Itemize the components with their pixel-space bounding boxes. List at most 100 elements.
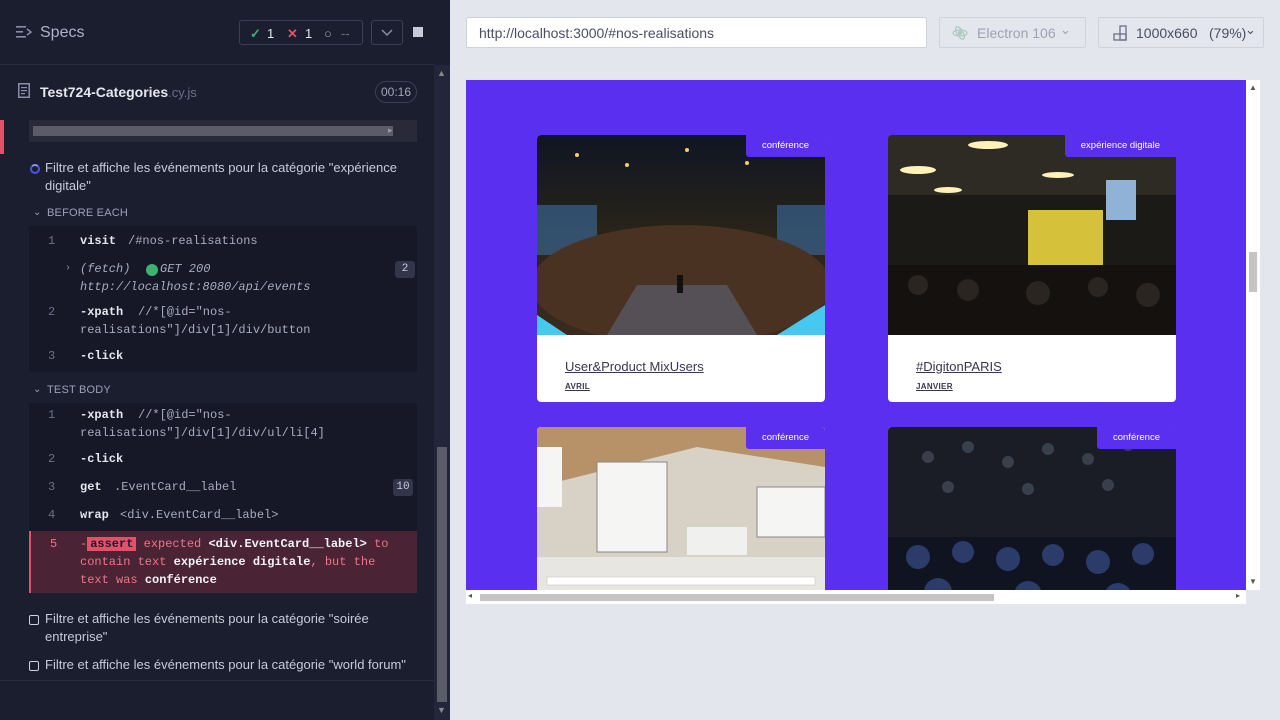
- chevron-right-icon[interactable]: ›: [65, 260, 71, 278]
- scroll-down-icon[interactable]: ▼: [1249, 577, 1257, 586]
- fetch-url: http://localhost:8080/api/events: [80, 280, 311, 294]
- event-card[interactable]: conférence: [888, 427, 1176, 590]
- app-under-test-frame[interactable]: conférence User&Product MixUsers AVRIL e…: [466, 80, 1246, 590]
- event-photo: [888, 427, 1176, 590]
- specs-list-icon[interactable]: [16, 25, 32, 39]
- url-bar[interactable]: http://localhost:3000/#nos-realisations: [466, 17, 927, 48]
- spec-file-header: Test724-Categories.cy.js 00:16: [0, 66, 434, 118]
- event-photo: [888, 135, 1176, 335]
- stop-icon: [413, 27, 423, 37]
- browser-name: Electron 106: [977, 25, 1056, 41]
- stop-button[interactable]: [405, 20, 431, 45]
- command-name: wrap: [80, 508, 109, 522]
- app-vertical-scrollbar[interactable]: ▲ ▼: [1246, 80, 1260, 590]
- chevron-down-icon: ⌄: [1245, 22, 1256, 37]
- failed-icon: ✕: [287, 26, 298, 41]
- failed-assert-row[interactable]: 5 - assert expected <div.EventCard__label…: [29, 531, 417, 593]
- command-message: .EventCard__label: [114, 480, 237, 494]
- event-category-tag: conférence: [745, 427, 825, 449]
- chevron-down-icon[interactable]: ⌄: [33, 384, 41, 395]
- assert-actual: conférence: [144, 573, 217, 587]
- assert-expected: expérience digitale: [173, 555, 311, 569]
- pending-checkbox-icon: [29, 615, 39, 625]
- runner-vertical-scrollbar[interactable]: ▲ ▼: [434, 65, 450, 720]
- viewport-size: 1000x660: [1136, 25, 1198, 41]
- command-row[interactable]: 4 wrap <div.EventCard__label>: [29, 506, 417, 528]
- command-name: -xpath: [80, 408, 124, 422]
- chevron-down-icon[interactable]: ⌄: [33, 207, 41, 218]
- passed-count: 1: [267, 26, 275, 41]
- command-row[interactable]: 3 -click: [29, 347, 417, 369]
- app-horizontal-scrollbar[interactable]: ◂ ▸: [466, 590, 1246, 604]
- command-number: 3: [48, 349, 56, 363]
- event-card[interactable]: expérience digitale #DigitonPARIS JANVIE…: [888, 135, 1176, 402]
- chevron-down-icon: [381, 29, 393, 37]
- command-name: visit: [80, 234, 117, 248]
- event-title-link[interactable]: #DigitonPARIS: [916, 359, 1002, 374]
- assert-text: , but the: [310, 555, 376, 569]
- specs-title[interactable]: Specs: [40, 24, 84, 42]
- command-number: 1: [48, 234, 56, 248]
- test-title-pending[interactable]: Filtre et affiche les événements pour la…: [45, 610, 415, 646]
- viewport-selector[interactable]: 1000x660 (79%) ⌄: [1098, 17, 1264, 48]
- assert-text: expected: [143, 537, 202, 551]
- event-photo: [537, 135, 825, 335]
- scroll-left-icon[interactable]: ◂: [468, 591, 472, 600]
- status-dot-icon: [146, 264, 158, 276]
- divider: [0, 680, 434, 681]
- command-row[interactable]: 2 -xpath //*[@id="nos- realisations"]/di…: [29, 303, 417, 343]
- ruler-icon: [1113, 25, 1127, 41]
- before-each-label[interactable]: BEFORE EACH: [47, 207, 128, 219]
- scroll-right-icon[interactable]: ▸: [1236, 591, 1240, 600]
- assert-text: to: [374, 537, 389, 551]
- scroll-down-icon[interactable]: ▼: [437, 705, 446, 715]
- test-title-running[interactable]: Filtre et affiche les événements pour la…: [45, 159, 415, 195]
- assert-tag: assert: [87, 537, 137, 551]
- test-runner-panel: Specs ✓ 1 ✕ 1 ○ -- Test724-Categories.cy…: [0, 0, 450, 720]
- horizontal-scrollbar[interactable]: ◂ ▸: [29, 120, 417, 142]
- scroll-right-icon[interactable]: ▸: [388, 125, 393, 136]
- command-message: /#nos-realisations: [128, 234, 258, 248]
- event-category-tag: expérience digitale: [1064, 135, 1176, 157]
- collapse-all-button[interactable]: [371, 20, 403, 45]
- chevron-down-icon: ⌄: [1060, 22, 1071, 37]
- scrollbar-thumb[interactable]: [437, 447, 447, 702]
- command-message: //*[@id="nos-: [138, 305, 232, 319]
- command-message: //*[@id="nos-: [138, 408, 232, 422]
- command-message-cont: realisations"]/div[1]/div/ul/li[4]: [80, 426, 325, 440]
- command-name: get: [80, 480, 102, 494]
- command-message: <div.EventCard__label>: [120, 508, 279, 522]
- assert-text: contain text: [80, 555, 167, 569]
- before-each-commands: 1 visit /#nos-realisations › (fetch) GET…: [29, 226, 417, 372]
- pending-checkbox-icon: [29, 661, 39, 671]
- duration-badge: 00:16: [375, 81, 417, 103]
- command-row[interactable]: 1 visit /#nos-realisations: [29, 229, 417, 251]
- document-icon: [18, 83, 30, 98]
- scrollbar-thumb[interactable]: [480, 594, 994, 601]
- command-name: -click: [80, 349, 124, 363]
- count-badge: 2: [395, 261, 415, 278]
- fetch-status: GET 200: [160, 262, 211, 276]
- browser-selector[interactable]: Electron 106 ⌄: [939, 17, 1086, 48]
- command-row[interactable]: 3 get .EventCard__label 10: [29, 478, 417, 500]
- event-category-tag: conférence: [745, 135, 825, 157]
- scroll-up-icon[interactable]: ▲: [437, 68, 446, 78]
- command-row-fetch[interactable]: › (fetch) GET 200 http://localhost:8080/…: [29, 257, 417, 297]
- command-name: -click: [80, 452, 124, 466]
- assert-message: - assert expected <div.EventCard__label> …: [80, 535, 410, 589]
- command-number: 5: [50, 537, 58, 551]
- test-title-pending[interactable]: Filtre et affiche les événements pour la…: [45, 656, 415, 674]
- event-title-link[interactable]: User&Product MixUsers: [565, 359, 704, 374]
- scroll-up-icon[interactable]: ▲: [1249, 83, 1257, 92]
- event-card[interactable]: conférence User&Product MixUsers AVRIL: [537, 135, 825, 402]
- scrollbar-thumb[interactable]: [33, 126, 393, 136]
- scrollbar-thumb[interactable]: [1249, 252, 1257, 292]
- spec-file-name[interactable]: Test724-Categories.cy.js: [40, 84, 197, 100]
- passed-icon: ✓: [250, 26, 261, 41]
- command-row[interactable]: 1 -xpath //*[@id="nos- realisations"]/di…: [29, 406, 417, 446]
- count-badge: 10: [393, 479, 413, 496]
- command-row[interactable]: 2 -click: [29, 450, 417, 472]
- event-card[interactable]: conférence: [537, 427, 825, 590]
- command-number: 3: [48, 480, 56, 494]
- test-body-label[interactable]: TEST BODY: [47, 384, 111, 396]
